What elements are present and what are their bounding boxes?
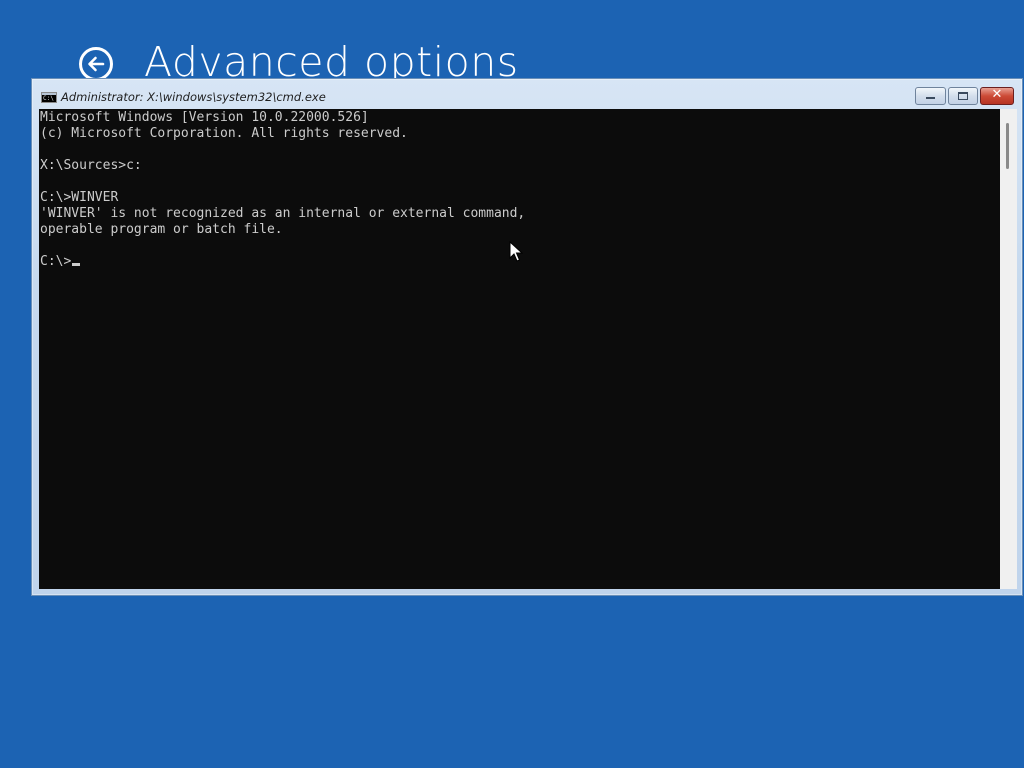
maximize-icon bbox=[958, 92, 968, 100]
close-icon: ✕ bbox=[991, 87, 1003, 102]
console-line: C:\>WINVER bbox=[40, 190, 119, 205]
scrollbar-thumb[interactable] bbox=[1006, 123, 1009, 169]
console-line: (c) Microsoft Corporation. All rights re… bbox=[40, 126, 408, 141]
minimize-button[interactable] bbox=[915, 87, 946, 105]
console-line: operable program or batch file. bbox=[40, 222, 283, 237]
text-cursor bbox=[72, 263, 81, 266]
back-button[interactable] bbox=[79, 47, 113, 81]
maximize-button[interactable] bbox=[948, 87, 978, 105]
cmd-icon[interactable]: C:\ bbox=[41, 92, 57, 103]
console-line: C:\> bbox=[40, 254, 72, 269]
close-button[interactable]: ✕ bbox=[980, 87, 1014, 105]
window-title: Administrator: X:\windows\system32\cmd.e… bbox=[61, 90, 326, 104]
command-prompt-window[interactable]: C:\ Administrator: X:\windows\system32\c… bbox=[31, 78, 1023, 596]
console-text: Microsoft Windows [Version 10.0.22000.52… bbox=[40, 110, 525, 270]
back-arrow-icon bbox=[88, 56, 105, 72]
mouse-pointer-icon bbox=[509, 241, 523, 262]
minimize-icon bbox=[926, 97, 935, 99]
console-line: 'WINVER' is not recognized as an interna… bbox=[40, 206, 526, 221]
console-line: X:\Sources>c: bbox=[40, 158, 142, 173]
console-output[interactable]: Microsoft Windows [Version 10.0.22000.52… bbox=[39, 109, 1000, 589]
window-title-bar[interactable]: C:\ Administrator: X:\windows\system32\c… bbox=[32, 79, 1022, 109]
console-line: Microsoft Windows [Version 10.0.22000.52… bbox=[40, 110, 369, 125]
vertical-scrollbar[interactable] bbox=[1000, 109, 1017, 589]
